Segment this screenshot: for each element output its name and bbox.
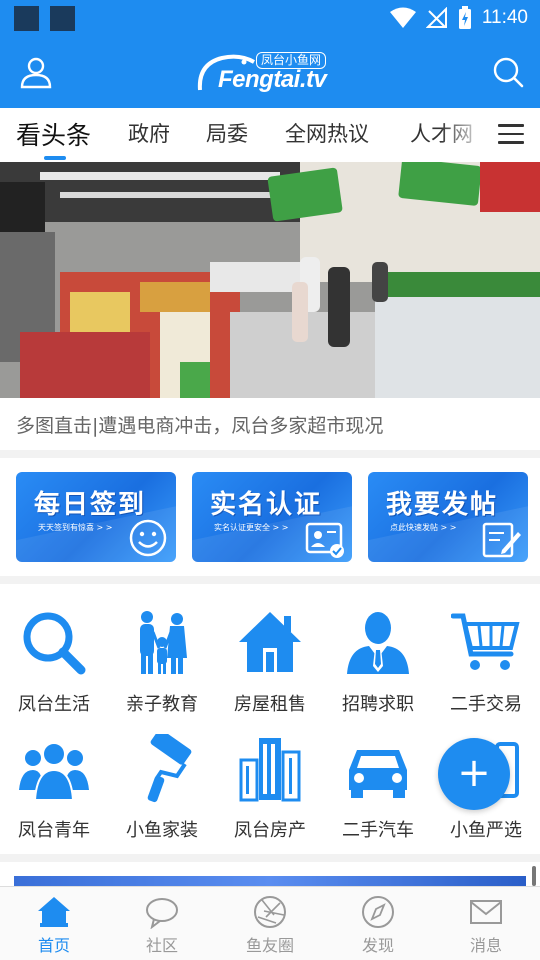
add-post-fab[interactable]: + [438, 738, 510, 810]
banner-caption-bar[interactable]: 多图直击|遭遇电商冲击，凤台多家超市现况 [0, 398, 540, 450]
card-title: 我要发帖 [386, 490, 499, 520]
category-jobs[interactable]: 招聘求职 [324, 608, 432, 716]
real-name-verification-button[interactable]: 实名认证 实名认证更安全 > > [192, 472, 352, 562]
family-icon [140, 611, 187, 674]
nav-fish-friends[interactable]: 鱼友圈 [230, 895, 310, 956]
paint-roller-icon [147, 734, 192, 803]
app-logo: 凤台小鱼网 Fengtai.tv [196, 50, 346, 94]
chat-bubble-icon [146, 898, 178, 929]
status-indicators: 11:40 [389, 0, 528, 36]
nav-label: 鱼友圈 [245, 936, 294, 955]
group-icon [19, 742, 89, 801]
logo-text: Fengtai.tv [218, 66, 327, 93]
category-label: 亲子教育 [126, 694, 198, 715]
notification-icon [50, 6, 75, 31]
channel-tabs: 看头条 政府 局委 全网热议 人才网 [0, 108, 540, 162]
headline-banner[interactable] [0, 162, 540, 398]
category-used-cars[interactable]: 二手汽车 [324, 734, 432, 842]
tab-hot-topics[interactable]: 全网热议 [285, 118, 369, 148]
card-subtitle: 天天签到有惊喜 > > [38, 523, 113, 532]
category-home-decor[interactable]: 小鱼家装 [108, 734, 216, 842]
mail-icon [470, 900, 502, 924]
tab-headlines[interactable]: 看头条 [16, 116, 91, 152]
cart-icon [451, 613, 520, 670]
category-secondhand[interactable]: 二手交易 [432, 608, 540, 716]
clock: 11:40 [481, 7, 528, 28]
category-label: 凤台生活 [18, 694, 90, 715]
notification-icon [14, 6, 39, 31]
category-grid: 凤台生活 亲子教育 房屋租售 招聘求职 二手交易 凤台青年 小鱼家装 凤台房产 … [0, 584, 540, 854]
category-label: 凤台青年 [18, 820, 90, 841]
menu-icon[interactable] [498, 124, 524, 146]
car-icon [349, 750, 407, 798]
edit-icon [482, 522, 521, 558]
category-label: 二手汽车 [342, 820, 414, 841]
search-icon [23, 612, 86, 675]
category-label: 二手交易 [450, 694, 522, 715]
person-tie-icon [347, 612, 409, 674]
bottom-navigation: 首页 社区 鱼友圈 发现 消息 [0, 886, 540, 960]
tab-bureaus[interactable]: 局委 [206, 118, 248, 148]
active-tab-indicator [44, 156, 66, 160]
wifi-icon [389, 7, 416, 28]
quick-actions: 每日签到 天天签到有惊喜 > > 实名认证 实名认证更安全 > > 我要发帖 点… [0, 458, 540, 576]
tab-fade [440, 108, 496, 162]
app-header: 凤台小鱼网 Fengtai.tv [0, 36, 540, 108]
scrollbar [532, 866, 536, 886]
search-icon[interactable] [490, 54, 526, 90]
nav-label: 社区 [145, 936, 178, 955]
no-signal-icon [425, 7, 447, 28]
category-label: 招聘求职 [342, 694, 414, 715]
create-post-button[interactable]: 我要发帖 点此快速发帖 > > [368, 472, 528, 562]
aperture-icon [254, 896, 286, 928]
daily-checkin-button[interactable]: 每日签到 天天签到有惊喜 > > [16, 472, 176, 562]
tab-government[interactable]: 政府 [128, 118, 170, 148]
category-life[interactable]: 凤台生活 [0, 608, 108, 716]
nav-label: 首页 [37, 936, 70, 955]
nav-label: 发现 [361, 936, 394, 955]
category-housing-rental[interactable]: 房屋租售 [216, 608, 324, 716]
nav-label: 消息 [469, 936, 502, 955]
category-education[interactable]: 亲子教育 [108, 608, 216, 716]
nav-discover[interactable]: 发现 [338, 895, 418, 956]
category-label: 小鱼家装 [126, 820, 198, 841]
card-subtitle: 实名认证更安全 > > [214, 523, 289, 532]
smiley-icon [129, 519, 167, 557]
id-card-icon [305, 522, 344, 558]
banner-caption: 多图直击|遭遇电商冲击，凤台多家超市现况 [16, 415, 384, 437]
compass-icon [362, 896, 394, 928]
home-icon [38, 897, 70, 927]
nav-home[interactable]: 首页 [14, 895, 94, 956]
card-title: 每日签到 [34, 490, 147, 520]
supermarket-photo [0, 162, 540, 398]
card-subtitle: 点此快速发帖 > > [390, 523, 457, 532]
category-label: 小鱼严选 [450, 820, 522, 841]
battery-charging-icon [458, 6, 471, 29]
category-label: 房屋租售 [234, 694, 306, 715]
nav-messages[interactable]: 消息 [446, 895, 526, 956]
nav-community[interactable]: 社区 [122, 895, 202, 956]
app-root: 11:40 凤台小鱼网 Fengtai.tv 看头条 政府 局委 全网热议 人才… [0, 0, 540, 960]
buildings-icon [239, 738, 301, 802]
status-bar: 11:40 [0, 0, 540, 36]
category-real-estate[interactable]: 凤台房产 [216, 734, 324, 842]
category-youth[interactable]: 凤台青年 [0, 734, 108, 842]
category-label: 凤台房产 [234, 820, 306, 841]
house-icon [239, 612, 301, 672]
card-title: 实名认证 [210, 490, 323, 520]
user-profile-icon[interactable] [18, 54, 54, 90]
